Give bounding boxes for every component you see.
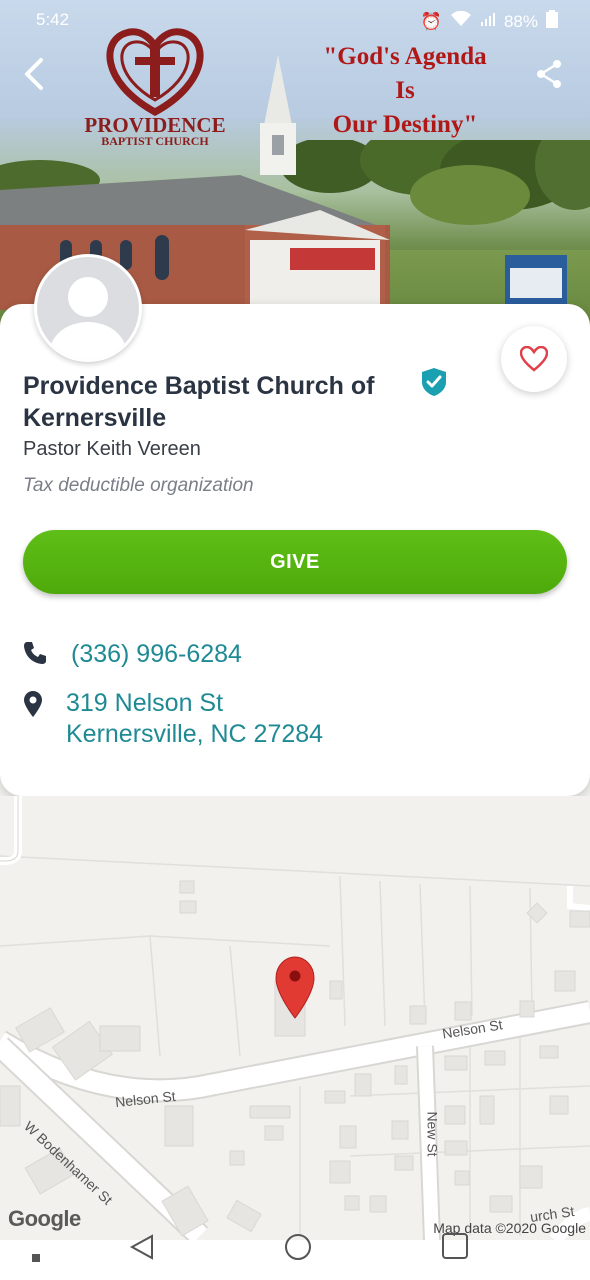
status-time: 5:42: [36, 10, 70, 29]
church-logo: PROVIDENCE BAPTIST CHURCH: [80, 12, 230, 152]
favorite-button[interactable]: [501, 326, 567, 392]
verified-badge-icon: [422, 368, 446, 396]
tax-deductible-note: Tax deductible organization: [23, 475, 254, 496]
wifi-icon: [450, 10, 472, 32]
battery-percent: 88%: [503, 11, 538, 31]
google-logo: Google: [8, 1206, 81, 1231]
share-icon: [537, 60, 561, 88]
back-arrow-icon: [25, 58, 43, 90]
address-link[interactable]: 319 Nelson St Kernersville, NC 27284: [66, 688, 323, 750]
back-button[interactable]: [16, 56, 52, 92]
system-nav-bar: [0, 1233, 590, 1280]
pastor-name: Pastor Keith Vereen: [23, 438, 201, 460]
avatar: [34, 254, 142, 362]
location-pin-icon: [24, 691, 42, 717]
logo-subtext: BAPTIST CHURCH: [101, 134, 209, 148]
give-button[interactable]: GIVE: [23, 530, 567, 594]
share-button[interactable]: [531, 56, 567, 92]
slogan-line: Our Destiny": [332, 111, 478, 138]
nav-back-icon[interactable]: [128, 1233, 156, 1261]
nav-home-icon[interactable]: [283, 1232, 313, 1262]
address-line-1: 319 Nelson St: [66, 689, 224, 717]
church-sign: [505, 255, 567, 305]
organization-name: Providence Baptist Church of Kernersvill…: [23, 372, 375, 432]
phone-link[interactable]: (336) 996-6284: [71, 640, 242, 669]
battery-icon: [546, 10, 558, 33]
heart-icon: [520, 346, 548, 372]
nav-indicator: [32, 1254, 40, 1262]
logo-text: PROVIDENCE: [84, 113, 226, 137]
phone-icon: [24, 642, 46, 664]
user-placeholder-icon: [50, 277, 126, 359]
slogan: "God's Agenda Is Our Destiny": [300, 40, 510, 142]
status-icons: ⏰ 88%: [421, 10, 558, 33]
street-label: New St: [424, 1111, 441, 1157]
signal-icon: [480, 11, 496, 32]
slogan-line: "God's Agenda: [323, 43, 487, 70]
address-line-2: Kernersville, NC 27284: [66, 720, 324, 748]
map-view[interactable]: Nelson St Nelson St W Bodenhamer St New …: [0, 796, 590, 1240]
steeple: [260, 55, 296, 175]
slogan-line: Is: [395, 77, 415, 104]
nav-recents-icon[interactable]: [441, 1232, 469, 1260]
alarm-icon: ⏰: [420, 11, 442, 31]
